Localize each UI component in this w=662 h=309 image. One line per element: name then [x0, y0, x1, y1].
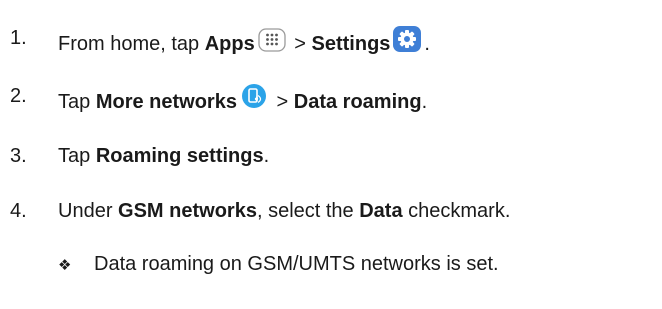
step-number: 2. — [10, 85, 27, 107]
apps-label: Apps — [204, 33, 255, 55]
apps-icon — [257, 28, 287, 60]
step-text: Under GSM networks, select the Data chec… — [58, 199, 510, 223]
separator: > — [288, 33, 312, 55]
more-networks-label: More networks — [95, 91, 237, 113]
settings-gear-icon — [392, 26, 422, 60]
separator: > — [270, 91, 294, 113]
roaming-settings-label: Roaming settings — [95, 145, 264, 167]
diamond-bullet-icon: ❖ — [58, 256, 72, 274]
gsm-networks-label: GSM networks — [118, 200, 257, 222]
step-text: Tap More networks > Data roaming. — [58, 84, 427, 118]
step-text-part: . — [424, 33, 430, 55]
step-text-part: . — [421, 91, 428, 113]
step-number: 1. — [10, 27, 27, 49]
step-text-part: Tap — [58, 145, 96, 167]
data-label: Data — [359, 200, 403, 222]
step-number: 3. — [10, 145, 27, 167]
step-text: From home, tap Apps > Settings . — [58, 26, 430, 60]
step-text-part: Under — [58, 200, 119, 222]
result-note: ❖ Data roaming on GSM/UMTS networks is se… — [58, 252, 499, 277]
settings-label: Settings — [311, 33, 391, 55]
step-text-part: , select the — [256, 200, 360, 222]
step-text-part: checkmark. — [402, 200, 511, 222]
more-networks-icon — [239, 84, 269, 118]
step-text-part: From home, tap — [58, 33, 205, 55]
data-roaming-label: Data roaming — [293, 91, 422, 113]
step-text-part: Tap — [58, 91, 96, 113]
step-number: 4. — [10, 200, 27, 222]
step-text: Tap Roaming settings. — [58, 144, 269, 168]
result-text: Data roaming on GSM/UMTS networks is set… — [94, 253, 499, 275]
step-text-part: . — [263, 145, 270, 167]
